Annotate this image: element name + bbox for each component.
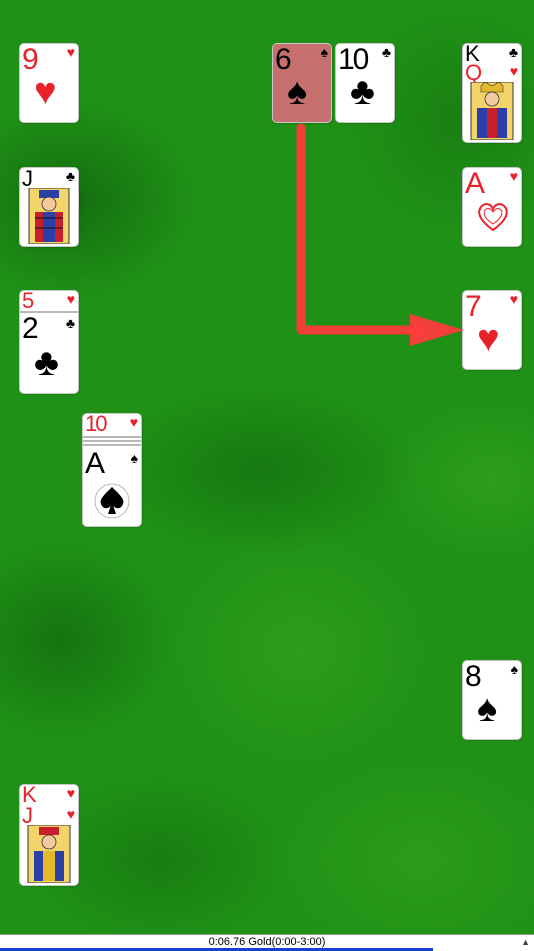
ornate-heart-icon [478, 203, 508, 232]
felt-table [0, 0, 534, 934]
club-icon: ♣ [508, 44, 518, 60]
heart-icon: ♥ [66, 291, 75, 307]
card-stack-queen-hearts[interactable]: K ♣ Q ♥ [463, 44, 521, 142]
card-rank-under: 10 [85, 414, 108, 436]
card-edge [83, 436, 141, 438]
heart-icon: ♥ [509, 63, 518, 79]
card-stack-ace-spades[interactable]: 10 ♥ A ♠ [83, 414, 141, 526]
heart-icon: ♥ [34, 71, 57, 113]
card-stack-jack-hearts[interactable]: K ♥ J ♥ [20, 785, 78, 885]
spade-icon: ♠ [477, 688, 498, 730]
queen-face-icon [470, 82, 514, 140]
heart-icon: ♥ [129, 414, 138, 430]
card-rank: J [22, 803, 33, 828]
heart-icon: ♥ [66, 785, 75, 801]
heart-icon: ♥ [477, 318, 500, 360]
card-rank-under: 5 [22, 291, 34, 313]
heart-icon: ♥ [509, 168, 518, 184]
card-7-hearts[interactable]: 7 ♥ ♥ [463, 291, 521, 369]
card-rank: A [85, 447, 105, 480]
card-ace-hearts[interactable]: A ♥ [463, 168, 521, 246]
card-stack-2-clubs[interactable]: 5 ♥ 2 ♣ ♣ [20, 291, 78, 393]
card-edge [83, 444, 141, 446]
card-8-spades[interactable]: 8 ♠ ♠ [463, 661, 521, 739]
hat-icon[interactable]: ▲ [521, 937, 530, 947]
club-icon: ♣ [65, 315, 75, 331]
club-icon: ♣ [34, 342, 59, 384]
heart-icon: ♥ [509, 291, 518, 307]
card-6-spades-selected[interactable]: 6 ♠ ♠ [273, 44, 331, 122]
card-9-hearts[interactable]: 9 ♥ ♥ [20, 44, 78, 122]
card-rank: Q [465, 60, 482, 85]
card-rank: J [22, 168, 33, 191]
club-icon: ♣ [65, 168, 75, 184]
jack-face-icon [27, 825, 71, 883]
spade-icon: ♠ [320, 44, 328, 60]
card-edge [83, 440, 141, 442]
spade-icon: ♠ [510, 661, 518, 677]
spade-icon: ♠ [287, 71, 308, 113]
card-rank: A [465, 168, 485, 200]
club-icon: ♣ [381, 44, 391, 60]
ornate-spade-icon [94, 483, 130, 519]
card-rank: 2 [22, 312, 39, 345]
heart-icon: ♥ [66, 806, 75, 822]
card-10-clubs[interactable]: 10 ♣ ♣ [336, 44, 394, 122]
card-jack-clubs[interactable]: J ♣ [20, 168, 78, 246]
club-icon: ♣ [350, 71, 375, 113]
game-timer: 0:06.76 Gold(0:00-3:00) [208, 936, 326, 948]
status-bar: 0:06.76 Gold(0:00-3:00) ▲ [0, 934, 534, 951]
spade-icon: ♠ [130, 450, 138, 466]
jack-face-icon [28, 188, 70, 244]
heart-icon: ♥ [66, 44, 75, 60]
